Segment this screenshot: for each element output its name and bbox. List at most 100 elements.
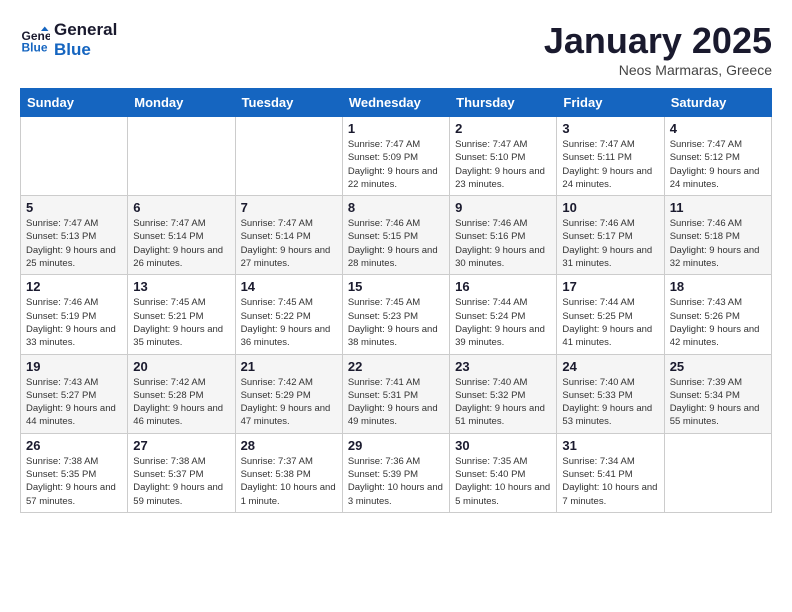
day-number: 12	[26, 279, 122, 294]
day-number: 19	[26, 359, 122, 374]
calendar-cell: 27 Sunrise: 7:38 AM Sunset: 5:37 PM Dayli…	[128, 433, 235, 512]
day-info: Sunrise: 7:34 AM Sunset: 5:41 PM Dayligh…	[562, 455, 658, 508]
calendar-cell: 3 Sunrise: 7:47 AM Sunset: 5:11 PM Daylig…	[557, 117, 664, 196]
day-number: 31	[562, 438, 658, 453]
day-number: 28	[241, 438, 337, 453]
day-number: 3	[562, 121, 658, 136]
calendar-cell	[128, 117, 235, 196]
page-header: General Blue General Blue January 2025 N…	[20, 20, 772, 78]
calendar-cell: 16 Sunrise: 7:44 AM Sunset: 5:24 PM Dayli…	[450, 275, 557, 354]
day-number: 17	[562, 279, 658, 294]
calendar-cell: 11Sunrise: 7:46 AM Sunset: 5:18 PM Dayli…	[664, 196, 771, 275]
day-info: Sunrise: 7:37 AM Sunset: 5:38 PM Dayligh…	[241, 455, 337, 508]
day-info: Sunrise: 7:46 AM Sunset: 5:19 PM Dayligh…	[26, 296, 122, 349]
calendar-cell: 24Sunrise: 7:40 AM Sunset: 5:33 PM Dayli…	[557, 354, 664, 433]
day-info: Sunrise: 7:38 AM Sunset: 5:35 PM Dayligh…	[26, 455, 122, 508]
day-info: Sunrise: 7:35 AM Sunset: 5:40 PM Dayligh…	[455, 455, 551, 508]
day-info: Sunrise: 7:41 AM Sunset: 5:31 PM Dayligh…	[348, 376, 444, 429]
calendar-cell: 6Sunrise: 7:47 AM Sunset: 5:14 PM Daylig…	[128, 196, 235, 275]
day-info: Sunrise: 7:46 AM Sunset: 5:16 PM Dayligh…	[455, 217, 551, 270]
calendar-cell: 14Sunrise: 7:45 AM Sunset: 5:22 PM Dayli…	[235, 275, 342, 354]
week-row-1: 5Sunrise: 7:47 AM Sunset: 5:13 PM Daylig…	[21, 196, 772, 275]
calendar-cell	[21, 117, 128, 196]
day-info: Sunrise: 7:46 AM Sunset: 5:15 PM Dayligh…	[348, 217, 444, 270]
day-number: 10	[562, 200, 658, 215]
week-row-2: 12 Sunrise: 7:46 AM Sunset: 5:19 PM Dayli…	[21, 275, 772, 354]
calendar-cell	[235, 117, 342, 196]
title-block: January 2025 Neos Marmaras, Greece	[544, 20, 772, 78]
calendar-cell: 30 Sunrise: 7:35 AM Sunset: 5:40 PM Dayli…	[450, 433, 557, 512]
header-cell-wednesday: Wednesday	[342, 89, 449, 117]
header-cell-sunday: Sunday	[21, 89, 128, 117]
day-info: Sunrise: 7:46 AM Sunset: 5:18 PM Dayligh…	[670, 217, 766, 270]
logo: General Blue General Blue	[20, 20, 117, 61]
day-number: 21	[241, 359, 337, 374]
day-number: 26	[26, 438, 122, 453]
header-row: SundayMondayTuesdayWednesdayThursdayFrid…	[21, 89, 772, 117]
day-info: Sunrise: 7:47 AM Sunset: 5:12 PM Dayligh…	[670, 138, 766, 191]
calendar-cell: 13 Sunrise: 7:45 AM Sunset: 5:21 PM Dayli…	[128, 275, 235, 354]
calendar-cell: 21Sunrise: 7:42 AM Sunset: 5:29 PM Dayli…	[235, 354, 342, 433]
calendar-cell: 12 Sunrise: 7:46 AM Sunset: 5:19 PM Dayli…	[21, 275, 128, 354]
day-number: 30	[455, 438, 551, 453]
week-row-0: 1Sunrise: 7:47 AM Sunset: 5:09 PM Daylig…	[21, 117, 772, 196]
calendar-cell: 23Sunrise: 7:40 AM Sunset: 5:32 PM Dayli…	[450, 354, 557, 433]
calendar-cell: 19Sunrise: 7:43 AM Sunset: 5:27 PM Dayli…	[21, 354, 128, 433]
calendar-cell: 10 Sunrise: 7:46 AM Sunset: 5:17 PM Dayli…	[557, 196, 664, 275]
day-number: 4	[670, 121, 766, 136]
calendar-title: January 2025	[544, 20, 772, 62]
calendar-cell: 15 Sunrise: 7:45 AM Sunset: 5:23 PM Dayli…	[342, 275, 449, 354]
svg-text:Blue: Blue	[22, 41, 48, 55]
header-cell-friday: Friday	[557, 89, 664, 117]
day-info: Sunrise: 7:47 AM Sunset: 5:11 PM Dayligh…	[562, 138, 658, 191]
logo-text-line2: Blue	[54, 40, 117, 60]
day-info: Sunrise: 7:42 AM Sunset: 5:28 PM Dayligh…	[133, 376, 229, 429]
day-number: 6	[133, 200, 229, 215]
calendar-cell: 9 Sunrise: 7:46 AM Sunset: 5:16 PM Daylig…	[450, 196, 557, 275]
day-number: 15	[348, 279, 444, 294]
header-cell-tuesday: Tuesday	[235, 89, 342, 117]
day-info: Sunrise: 7:47 AM Sunset: 5:14 PM Dayligh…	[241, 217, 337, 270]
day-number: 29	[348, 438, 444, 453]
day-number: 9	[455, 200, 551, 215]
day-info: Sunrise: 7:44 AM Sunset: 5:24 PM Dayligh…	[455, 296, 551, 349]
day-info: Sunrise: 7:38 AM Sunset: 5:37 PM Dayligh…	[133, 455, 229, 508]
header-cell-saturday: Saturday	[664, 89, 771, 117]
day-number: 20	[133, 359, 229, 374]
calendar-cell: 26 Sunrise: 7:38 AM Sunset: 5:35 PM Dayli…	[21, 433, 128, 512]
calendar-cell: 1Sunrise: 7:47 AM Sunset: 5:09 PM Daylig…	[342, 117, 449, 196]
day-info: Sunrise: 7:47 AM Sunset: 5:10 PM Dayligh…	[455, 138, 551, 191]
calendar-cell: 18Sunrise: 7:43 AM Sunset: 5:26 PM Dayli…	[664, 275, 771, 354]
day-number: 1	[348, 121, 444, 136]
day-number: 23	[455, 359, 551, 374]
day-number: 13	[133, 279, 229, 294]
calendar-cell: 20 Sunrise: 7:42 AM Sunset: 5:28 PM Dayli…	[128, 354, 235, 433]
calendar-cell: 31 Sunrise: 7:34 AM Sunset: 5:41 PM Dayli…	[557, 433, 664, 512]
calendar-body: 1Sunrise: 7:47 AM Sunset: 5:09 PM Daylig…	[21, 117, 772, 513]
calendar-cell: 2 Sunrise: 7:47 AM Sunset: 5:10 PM Daylig…	[450, 117, 557, 196]
day-number: 22	[348, 359, 444, 374]
day-number: 7	[241, 200, 337, 215]
day-number: 8	[348, 200, 444, 215]
calendar-subtitle: Neos Marmaras, Greece	[544, 62, 772, 78]
week-row-4: 26 Sunrise: 7:38 AM Sunset: 5:35 PM Dayli…	[21, 433, 772, 512]
calendar-cell: 5Sunrise: 7:47 AM Sunset: 5:13 PM Daylig…	[21, 196, 128, 275]
calendar-cell: 22 Sunrise: 7:41 AM Sunset: 5:31 PM Dayli…	[342, 354, 449, 433]
calendar-cell: 28 Sunrise: 7:37 AM Sunset: 5:38 PM Dayli…	[235, 433, 342, 512]
calendar-cell: 7 Sunrise: 7:47 AM Sunset: 5:14 PM Daylig…	[235, 196, 342, 275]
day-info: Sunrise: 7:45 AM Sunset: 5:21 PM Dayligh…	[133, 296, 229, 349]
day-number: 2	[455, 121, 551, 136]
calendar-cell: 4 Sunrise: 7:47 AM Sunset: 5:12 PM Daylig…	[664, 117, 771, 196]
day-info: Sunrise: 7:45 AM Sunset: 5:22 PM Dayligh…	[241, 296, 337, 349]
day-info: Sunrise: 7:44 AM Sunset: 5:25 PM Dayligh…	[562, 296, 658, 349]
day-info: Sunrise: 7:46 AM Sunset: 5:17 PM Dayligh…	[562, 217, 658, 270]
day-number: 16	[455, 279, 551, 294]
day-info: Sunrise: 7:39 AM Sunset: 5:34 PM Dayligh…	[670, 376, 766, 429]
day-info: Sunrise: 7:45 AM Sunset: 5:23 PM Dayligh…	[348, 296, 444, 349]
day-number: 27	[133, 438, 229, 453]
calendar-header: SundayMondayTuesdayWednesdayThursdayFrid…	[21, 89, 772, 117]
day-info: Sunrise: 7:47 AM Sunset: 5:13 PM Dayligh…	[26, 217, 122, 270]
day-number: 18	[670, 279, 766, 294]
logo-icon: General Blue	[20, 25, 50, 55]
day-info: Sunrise: 7:36 AM Sunset: 5:39 PM Dayligh…	[348, 455, 444, 508]
